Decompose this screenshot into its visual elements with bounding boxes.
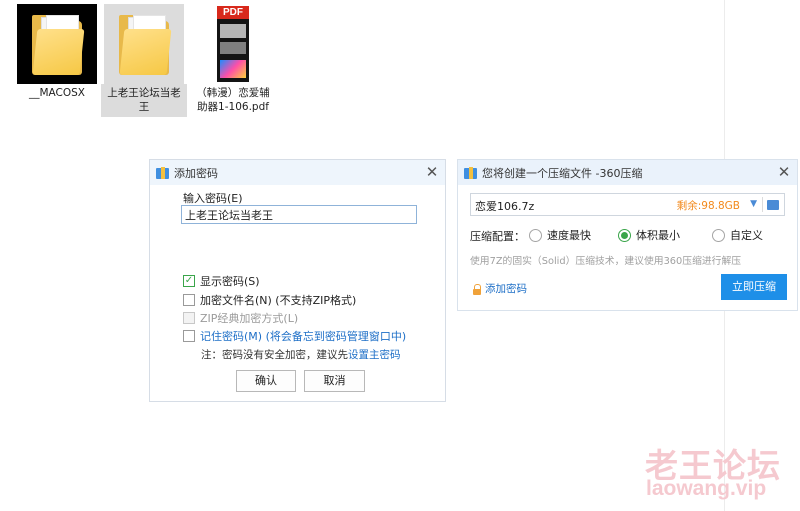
radio-label: 速度最快 (547, 229, 591, 242)
show-password-checkbox[interactable]: ✓ 显示密码(S) (183, 273, 260, 289)
mode-smallest-radio[interactable]: 体积最小 (618, 227, 680, 243)
checkbox-label: ZIP经典加密方式(L) (200, 312, 299, 325)
archive-name-field[interactable]: 恋爱106.7z 剩余:98.8GB ▼ (470, 193, 785, 216)
zip-classic-encryption-checkbox: ZIP经典加密方式(L) (183, 310, 298, 326)
mode-fastest-radio[interactable]: 速度最快 (529, 227, 591, 243)
folder-icon (32, 13, 85, 75)
close-icon[interactable]: ✕ (424, 164, 440, 180)
watermark-en: laowang.vip (646, 477, 767, 500)
remember-password-checkbox[interactable]: 记住密码(M) (将会备忘到密码管理窗口中) (183, 328, 406, 344)
compression-config-label: 压缩配置： (470, 230, 525, 243)
file-name: __MACOSX (28, 87, 85, 99)
folder-icon (119, 13, 172, 75)
add-password-label: 添加密码 (485, 283, 527, 295)
dialog-title: 您将创建一个压缩文件 -360压缩 (482, 166, 643, 180)
pdf-icon: PDF (217, 6, 249, 82)
close-icon[interactable]: ✕ (776, 164, 792, 180)
radio-circle-selected (618, 228, 631, 242)
compression-hint: 使用7Z的固实（Solid）压缩技术，建议使用360压缩进行解压 (470, 256, 742, 267)
checkbox-label: 记住密码(M) (将会备忘到密码管理窗口中) (200, 330, 407, 343)
file-item-laowang-folder[interactable]: 上老王论坛当老王 (101, 4, 187, 117)
lock-icon (472, 283, 482, 295)
checkbox-label: 显示密码(S) (200, 275, 260, 288)
dropdown-arrow-icon[interactable]: ▼ (750, 199, 757, 209)
radio-label: 自定义 (730, 229, 763, 242)
note-text: 注：密码没有安全加密，建议先 (201, 349, 348, 361)
checkbox-box (183, 312, 195, 324)
add-password-link[interactable]: 添加密码 (472, 281, 527, 296)
add-password-dialog: 添加密码 ✕ 输入密码(E) ✓ 显示密码(S) 加密文件名(N) (不支持ZI… (149, 159, 446, 402)
create-archive-dialog: 您将创建一个压缩文件 -360压缩 ✕ 恋爱106.7z 剩余:98.8GB ▼… (457, 159, 798, 311)
folder-thumbnail (17, 4, 97, 84)
remaining-space: 剩余:98.8GB (676, 200, 740, 212)
archive-filename: 恋爱106.7z (475, 200, 535, 213)
folder-thumbnail (104, 4, 184, 84)
checkbox-box (183, 294, 195, 306)
security-note: 注：密码没有安全加密，建议先设置主密码 (201, 347, 401, 362)
checkbox-box (183, 330, 195, 342)
password-input-label: 输入密码(E) (183, 192, 243, 205)
file-item-macosx[interactable]: __MACOSX (14, 4, 100, 103)
checkmark-icon: ✓ (183, 275, 195, 287)
pdf-thumbnail: PDF (193, 4, 273, 84)
confirm-button[interactable]: 确认 (236, 370, 296, 392)
radio-circle (712, 228, 725, 242)
password-input[interactable] (181, 205, 417, 224)
pdf-badge: PDF (217, 6, 249, 19)
file-name: （韩漫）恋爱辅助器1-106.pdf (196, 87, 270, 113)
field-separator (762, 197, 763, 212)
file-item-pdf[interactable]: PDF （韩漫）恋爱辅助器1-106.pdf (190, 4, 276, 117)
encrypt-filenames-checkbox[interactable]: 加密文件名(N) (不支持ZIP格式) (183, 292, 356, 308)
compress-now-button[interactable]: 立即压缩 (721, 274, 787, 300)
archive-app-icon (464, 166, 477, 179)
dialog-titlebar: 添加密码 ✕ (150, 160, 445, 185)
archive-app-icon (156, 166, 169, 179)
checkbox-label: 加密文件名(N) (不支持ZIP格式) (200, 294, 357, 307)
cancel-button[interactable]: 取消 (304, 370, 365, 392)
set-master-password-link[interactable]: 设置主密码 (348, 349, 401, 361)
dialog-titlebar: 您将创建一个压缩文件 -360压缩 ✕ (458, 160, 797, 185)
dialog-title: 添加密码 (174, 166, 218, 180)
radio-circle (529, 228, 542, 242)
browse-folder-icon[interactable] (767, 200, 779, 210)
file-name: 上老王论坛当老王 (101, 84, 187, 117)
radio-label: 体积最小 (636, 229, 680, 242)
mode-custom-radio[interactable]: 自定义 (712, 227, 763, 243)
